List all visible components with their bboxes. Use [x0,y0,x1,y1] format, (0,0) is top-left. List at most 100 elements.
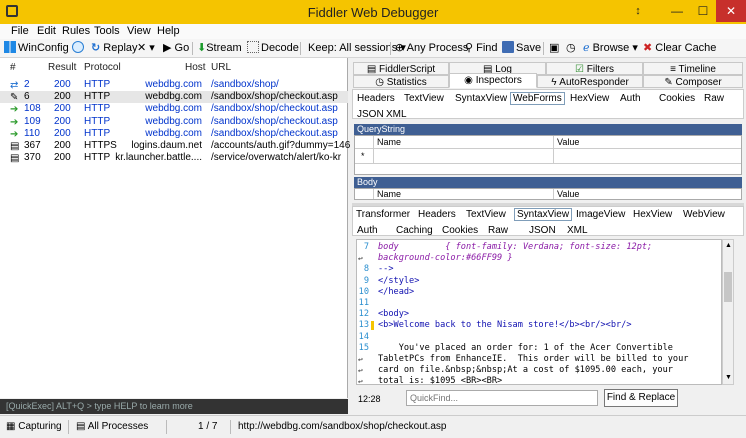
resp-tab-imageview[interactable]: ImageView [576,209,625,220]
quickexec-input[interactable]: [QuickExec] ALT+Q > type HELP to learn m… [0,399,348,414]
qs-column-value[interactable]: Value [557,137,579,147]
tab-inspectors[interactable]: ◉ Inspectors [449,73,537,88]
body-column-value[interactable]: Value [557,189,579,199]
resp-tab-caching[interactable]: Caching [396,225,433,236]
row-num: 109 [24,115,41,127]
req-tab-cookies[interactable]: Cookies [659,93,695,104]
save-button[interactable]: Save [502,41,541,56]
comment-button[interactable] [72,41,86,56]
tab-statistics[interactable]: ◷ Statistics [353,75,449,88]
column-header-result[interactable]: Result [48,62,76,73]
req-tab-webforms[interactable]: WebForms [510,92,565,105]
resp-tab-auth[interactable]: Auth [357,225,378,236]
resp-tab-webview[interactable]: WebView [683,209,725,220]
req-tab-syntaxview[interactable]: SyntaxView [455,93,507,104]
wrap-icon: ↩ [358,377,363,385]
tab-timeline[interactable]: ≡ Timeline [643,62,743,75]
row-url: /accounts/auth.gif?dummy=146633: [211,140,370,151]
find-replace-button[interactable]: Find & Replace [604,389,678,407]
column-header-protocol[interactable]: Protocol [84,62,121,73]
menu-help[interactable]: Help [157,25,180,37]
inspect-icon: ◉ [464,75,473,86]
stream-button[interactable]: ⬇Stream [197,41,242,56]
req-tab-json[interactable]: JSON [357,109,384,120]
req-tab-auth[interactable]: Auth [620,93,641,104]
qs-column-name[interactable]: Name [377,137,401,147]
quickfind-input[interactable] [406,390,598,406]
table-row[interactable]: ➔ 109 200 HTTP webdbg.com/sandbox/shop/check… [0,116,348,128]
browse-button[interactable]: ℯ Browse ▾ [583,41,638,56]
menu-tools[interactable]: Tools [94,25,120,37]
menu-edit[interactable]: Edit [37,25,56,37]
filter-icon: ☑ [575,64,584,75]
syntax-editor[interactable]: 7 body { font-family: Verdana; font-size:… [356,239,722,385]
any-process-label: Any Process [406,42,469,54]
req-tab-raw[interactable]: Raw [704,93,724,104]
tab-filters[interactable]: ☑ Filters [546,62,643,75]
minimize-button[interactable]: — [664,0,690,22]
resp-tab-syntaxview[interactable]: SyntaxView [514,208,573,221]
menu-file[interactable]: File [11,25,29,37]
table-row[interactable]: ▤ 367 200 HTTPS logins.daum.net/accounts/aut… [0,140,370,152]
winconfig-button[interactable]: WinConfig [4,41,69,56]
column-header-url[interactable]: URL [211,62,231,73]
any-process-button[interactable]: ⊕ Any Process [395,41,468,56]
remove-button[interactable]: ✕ ▾ [137,41,155,56]
maximize-button[interactable]: ☐ [690,0,716,22]
scroll-down-icon[interactable]: ▼ [725,374,732,381]
screenshot-button[interactable]: ▣ [549,41,559,56]
resp-tab-textview[interactable]: TextView [466,209,506,220]
req-tab-textview[interactable]: TextView [404,93,444,104]
row-result: 200 [54,103,71,115]
table-row[interactable]: ▤ 370 200 HTTP kr.launcher.battle.... /servic… [0,152,348,164]
resp-tab-raw[interactable]: Raw [488,225,508,236]
go-button[interactable]: ▶ Go [163,41,189,56]
session-list[interactable]: # Result Protocol Host URL ⇄ 2 200 HTTP webd… [0,58,370,398]
body-grid[interactable]: Name Value [354,188,742,200]
replay-button[interactable]: ↻ Replay [91,41,138,56]
capturing-indicator[interactable]: ▦ Capturing [6,421,62,432]
table-row[interactable]: ✎ 6 200 HTTP webdbg.com/sandbox/shop/checkou… [0,91,348,104]
keep-sessions-dropdown[interactable]: Keep: All sessions ▾ [308,41,406,56]
pin-icon[interactable]: ↕ [628,0,648,22]
code-line: 8 --> [357,264,721,275]
timer-button[interactable]: ◷ [566,41,576,56]
table-row[interactable]: ⇄ 2 200 HTTP webdbg.com/sandbox/shop/ [0,79,348,91]
table-row[interactable]: ➔ 110 200 HTTP webdbg.com/sandbox/shop/check… [0,128,348,140]
replay-label: Replay [103,42,138,54]
code-text: total is: $1095 <BR><BR> [378,376,503,385]
body-column-name[interactable]: Name [377,189,401,199]
req-tab-headers[interactable]: Headers [357,93,395,104]
tab-autoresponder[interactable]: ϟ AutoResponder [537,75,643,88]
resp-tab-cookies[interactable]: Cookies [442,225,478,236]
code-line: 13 <b>Welcome back to the Nisam store!</b… [357,320,721,331]
querystring-grid[interactable]: Name Value * [354,135,742,175]
row-host: webdbg.com [145,103,202,115]
scroll-thumb[interactable] [724,272,732,302]
req-tab-hexview[interactable]: HexView [570,93,609,104]
tab-composer[interactable]: ✎ Composer [643,75,743,88]
cursor-position: 12:28 [358,394,381,404]
keep-label: Keep: All sessions [308,42,398,54]
clear-cache-button[interactable]: ✖ Clear Cache [643,41,716,56]
row-url: /sandbox/shop/checkout.asp [211,115,338,127]
editor-scrollbar[interactable]: ▲ ▼ [722,239,734,385]
close-button[interactable]: ✕ [716,0,746,22]
req-tab-xml[interactable]: XML [386,109,407,120]
process-icon: ▤ [76,421,86,432]
decode-button[interactable]: Decode [247,41,299,56]
resp-tab-json[interactable]: JSON [529,225,556,236]
find-button[interactable]: ⚲ Find [465,41,498,56]
resp-tab-headers[interactable]: Headers [418,209,456,220]
table-row[interactable]: ➔ 108 200 HTTP webdbg.com/sandbox/shop/check… [0,103,348,115]
menu-rules[interactable]: Rules [62,25,90,37]
column-header-num[interactable]: # [10,62,16,73]
process-filter[interactable]: ▤ All Processes [76,421,148,432]
resp-tab-hexview[interactable]: HexView [633,209,672,220]
resp-tab-xml[interactable]: XML [567,225,588,236]
scroll-up-icon[interactable]: ▲ [725,242,732,249]
menu-view[interactable]: View [127,25,151,37]
tab-fiddlerscript[interactable]: ▤ FiddlerScript [353,62,449,75]
column-header-host[interactable]: Host [185,62,206,73]
resp-tab-transformer[interactable]: Transformer [356,209,410,220]
